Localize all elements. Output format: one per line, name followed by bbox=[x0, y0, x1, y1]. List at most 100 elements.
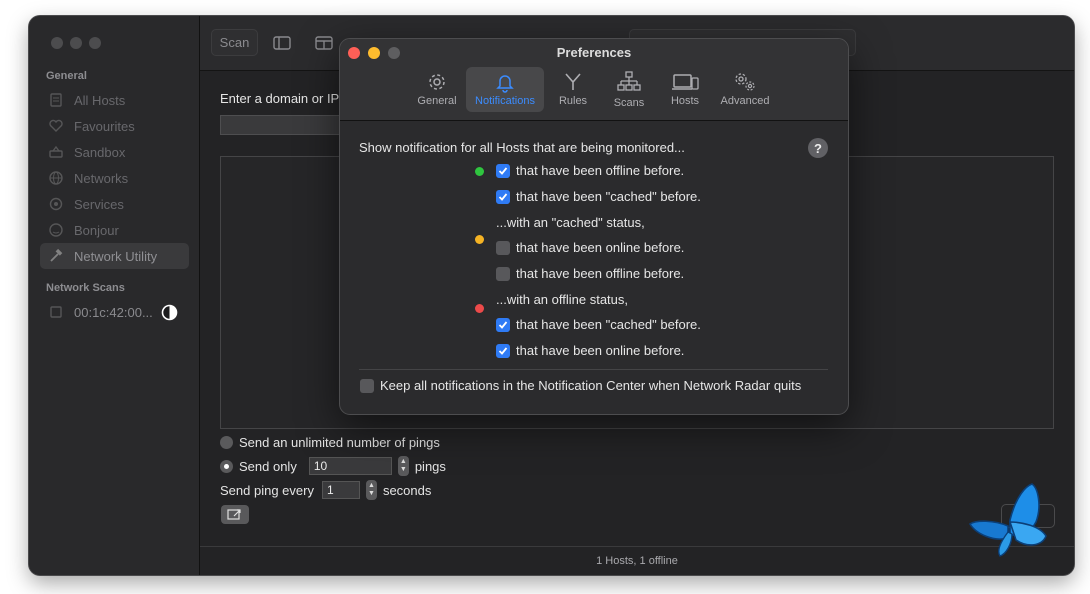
checkbox[interactable] bbox=[496, 189, 510, 204]
unlimited-pings-label: Send an unlimited number of pings bbox=[239, 435, 440, 450]
divider bbox=[359, 369, 828, 370]
checkbox[interactable] bbox=[360, 378, 374, 393]
domain-input[interactable] bbox=[220, 115, 342, 135]
option-label: that have been offline before. bbox=[516, 266, 685, 281]
interval-input[interactable]: 1 bbox=[321, 481, 360, 499]
offline-status-dot bbox=[475, 304, 484, 313]
checkbox[interactable] bbox=[496, 163, 510, 178]
sidebar-item-label: 00:1c:42:00... bbox=[74, 304, 153, 320]
keep-notifications-option[interactable]: Keep all notifications in the Notificati… bbox=[360, 378, 801, 393]
scans-icon bbox=[617, 71, 641, 91]
ping-count-stepper[interactable]: ▲ ▼ bbox=[397, 456, 409, 476]
zoom-button[interactable] bbox=[89, 37, 101, 49]
domain-prompt-label: Enter a domain or IP bbox=[220, 91, 340, 106]
sidebar-item-label: Services bbox=[74, 196, 124, 212]
checkmark-icon bbox=[498, 320, 508, 329]
sandbox-icon bbox=[47, 143, 65, 161]
checkmark-icon bbox=[498, 166, 508, 175]
checkbox[interactable] bbox=[496, 343, 510, 358]
hosts-devices-icon bbox=[672, 74, 699, 90]
send-only-radio[interactable] bbox=[220, 459, 233, 473]
tab-general[interactable]: General bbox=[409, 67, 465, 112]
tab-label: Advanced bbox=[720, 95, 770, 107]
tab-label: Scans bbox=[613, 97, 645, 109]
offline-cached-before-option[interactable]: that have been "cached" before. bbox=[496, 317, 701, 332]
option-label: that have been offline before. bbox=[516, 163, 685, 178]
sidebar-item-scan[interactable]: 00:1c:42:00... bbox=[40, 299, 189, 325]
butterfly-logo-icon bbox=[968, 483, 1047, 557]
layout-icon bbox=[315, 35, 333, 50]
scan-button[interactable]: Scan bbox=[211, 29, 258, 56]
hosts-icon bbox=[47, 91, 65, 109]
preferences-toolbar: Preferences General Notifications Rules … bbox=[340, 39, 848, 121]
heart-icon bbox=[47, 117, 65, 135]
sidebar-section-general: General bbox=[46, 70, 87, 82]
sidebar-item-label: Bonjour bbox=[74, 222, 119, 238]
preferences-title: Preferences bbox=[556, 45, 632, 60]
sidebar-section-network-scans: Network Scans bbox=[46, 282, 125, 294]
gear-icon bbox=[429, 74, 445, 90]
tab-label: Notifications bbox=[475, 95, 535, 107]
sidebar-item-sandbox[interactable]: Sandbox bbox=[40, 139, 189, 165]
close-button[interactable] bbox=[51, 37, 63, 49]
export-button[interactable] bbox=[221, 505, 249, 524]
gears-icon bbox=[735, 73, 755, 91]
sidebar-toggle-icon bbox=[273, 35, 291, 50]
tab-hosts[interactable]: Hosts bbox=[657, 67, 713, 112]
send-every-label: Send ping every bbox=[220, 482, 314, 498]
sidebar-toggle-button[interactable] bbox=[264, 29, 300, 56]
ping-count-input[interactable]: 10 bbox=[308, 457, 392, 475]
tab-label: Hosts bbox=[670, 95, 700, 107]
sidebar-item-label: Sandbox bbox=[74, 144, 126, 160]
checkbox[interactable] bbox=[496, 240, 510, 255]
interval-stepper[interactable]: ▲ ▼ bbox=[365, 480, 377, 500]
sidebar-item-all-hosts[interactable]: All Hosts bbox=[40, 87, 189, 113]
cached-offline-before-option[interactable]: that have been offline before. bbox=[496, 266, 684, 281]
checkbox[interactable] bbox=[496, 317, 510, 332]
sidebar-item-label: Network Utility bbox=[74, 248, 158, 264]
option-label: that have been "cached" before. bbox=[516, 189, 701, 204]
export-icon bbox=[227, 509, 241, 520]
unlimited-pings-option[interactable]: Send an unlimited number of pings bbox=[220, 435, 440, 450]
online-offline-before-option[interactable]: that have been offline before. bbox=[496, 163, 684, 178]
status-text: 1 Hosts, 1 offline bbox=[596, 555, 678, 567]
tab-label: General bbox=[417, 95, 457, 107]
tab-scans[interactable]: Scans bbox=[601, 67, 657, 112]
send-only-option[interactable]: Send only 10 ▲ ▼ pings bbox=[220, 456, 446, 476]
cached-online-before-option[interactable]: that have been online before. bbox=[496, 240, 684, 255]
send-only-label: Send only bbox=[239, 458, 297, 474]
seconds-unit-label: seconds bbox=[382, 482, 432, 498]
unlimited-pings-radio[interactable] bbox=[220, 436, 233, 449]
offline-group-label: ...with an offline status, bbox=[496, 292, 628, 307]
option-label: that have been online before. bbox=[516, 343, 685, 358]
sidebar-item-services[interactable]: Services bbox=[40, 191, 189, 217]
offline-online-before-option[interactable]: that have been online before. bbox=[496, 343, 684, 358]
half-circle-icon bbox=[161, 304, 178, 321]
cached-group-label: ...with an "cached" status, bbox=[496, 215, 645, 230]
window-controls bbox=[51, 37, 101, 49]
tab-label: Rules bbox=[558, 95, 588, 107]
sidebar-item-label: Networks bbox=[74, 170, 129, 186]
sidebar-item-label: Favourites bbox=[74, 118, 135, 134]
sidebar-item-bonjour[interactable]: Bonjour bbox=[40, 217, 189, 243]
option-label: that have been "cached" before. bbox=[516, 317, 701, 332]
sidebar: General All Hosts Favourites Sandbox Net… bbox=[29, 16, 200, 575]
bonjour-icon bbox=[47, 221, 65, 239]
online-cached-before-option[interactable]: that have been "cached" before. bbox=[496, 189, 701, 204]
layout-button[interactable] bbox=[306, 29, 342, 56]
checkmark-icon bbox=[498, 192, 508, 201]
option-label: that have been online before. bbox=[516, 240, 685, 255]
sidebar-item-network-utility[interactable]: Network Utility bbox=[40, 243, 189, 269]
tab-advanced[interactable]: Advanced bbox=[717, 67, 773, 112]
help-button[interactable]: ? bbox=[808, 138, 828, 158]
tab-notifications[interactable]: Notifications bbox=[466, 67, 544, 112]
sidebar-item-favourites[interactable]: Favourites bbox=[40, 113, 189, 139]
minimize-button[interactable] bbox=[70, 37, 82, 49]
online-status-dot bbox=[475, 167, 484, 176]
globe-icon bbox=[47, 169, 65, 187]
notifications-heading: Show notification for all Hosts that are… bbox=[359, 140, 685, 155]
hammer-icon bbox=[47, 247, 65, 265]
checkbox[interactable] bbox=[496, 266, 510, 281]
sidebar-item-networks[interactable]: Networks bbox=[40, 165, 189, 191]
tab-rules[interactable]: Rules bbox=[545, 67, 601, 112]
